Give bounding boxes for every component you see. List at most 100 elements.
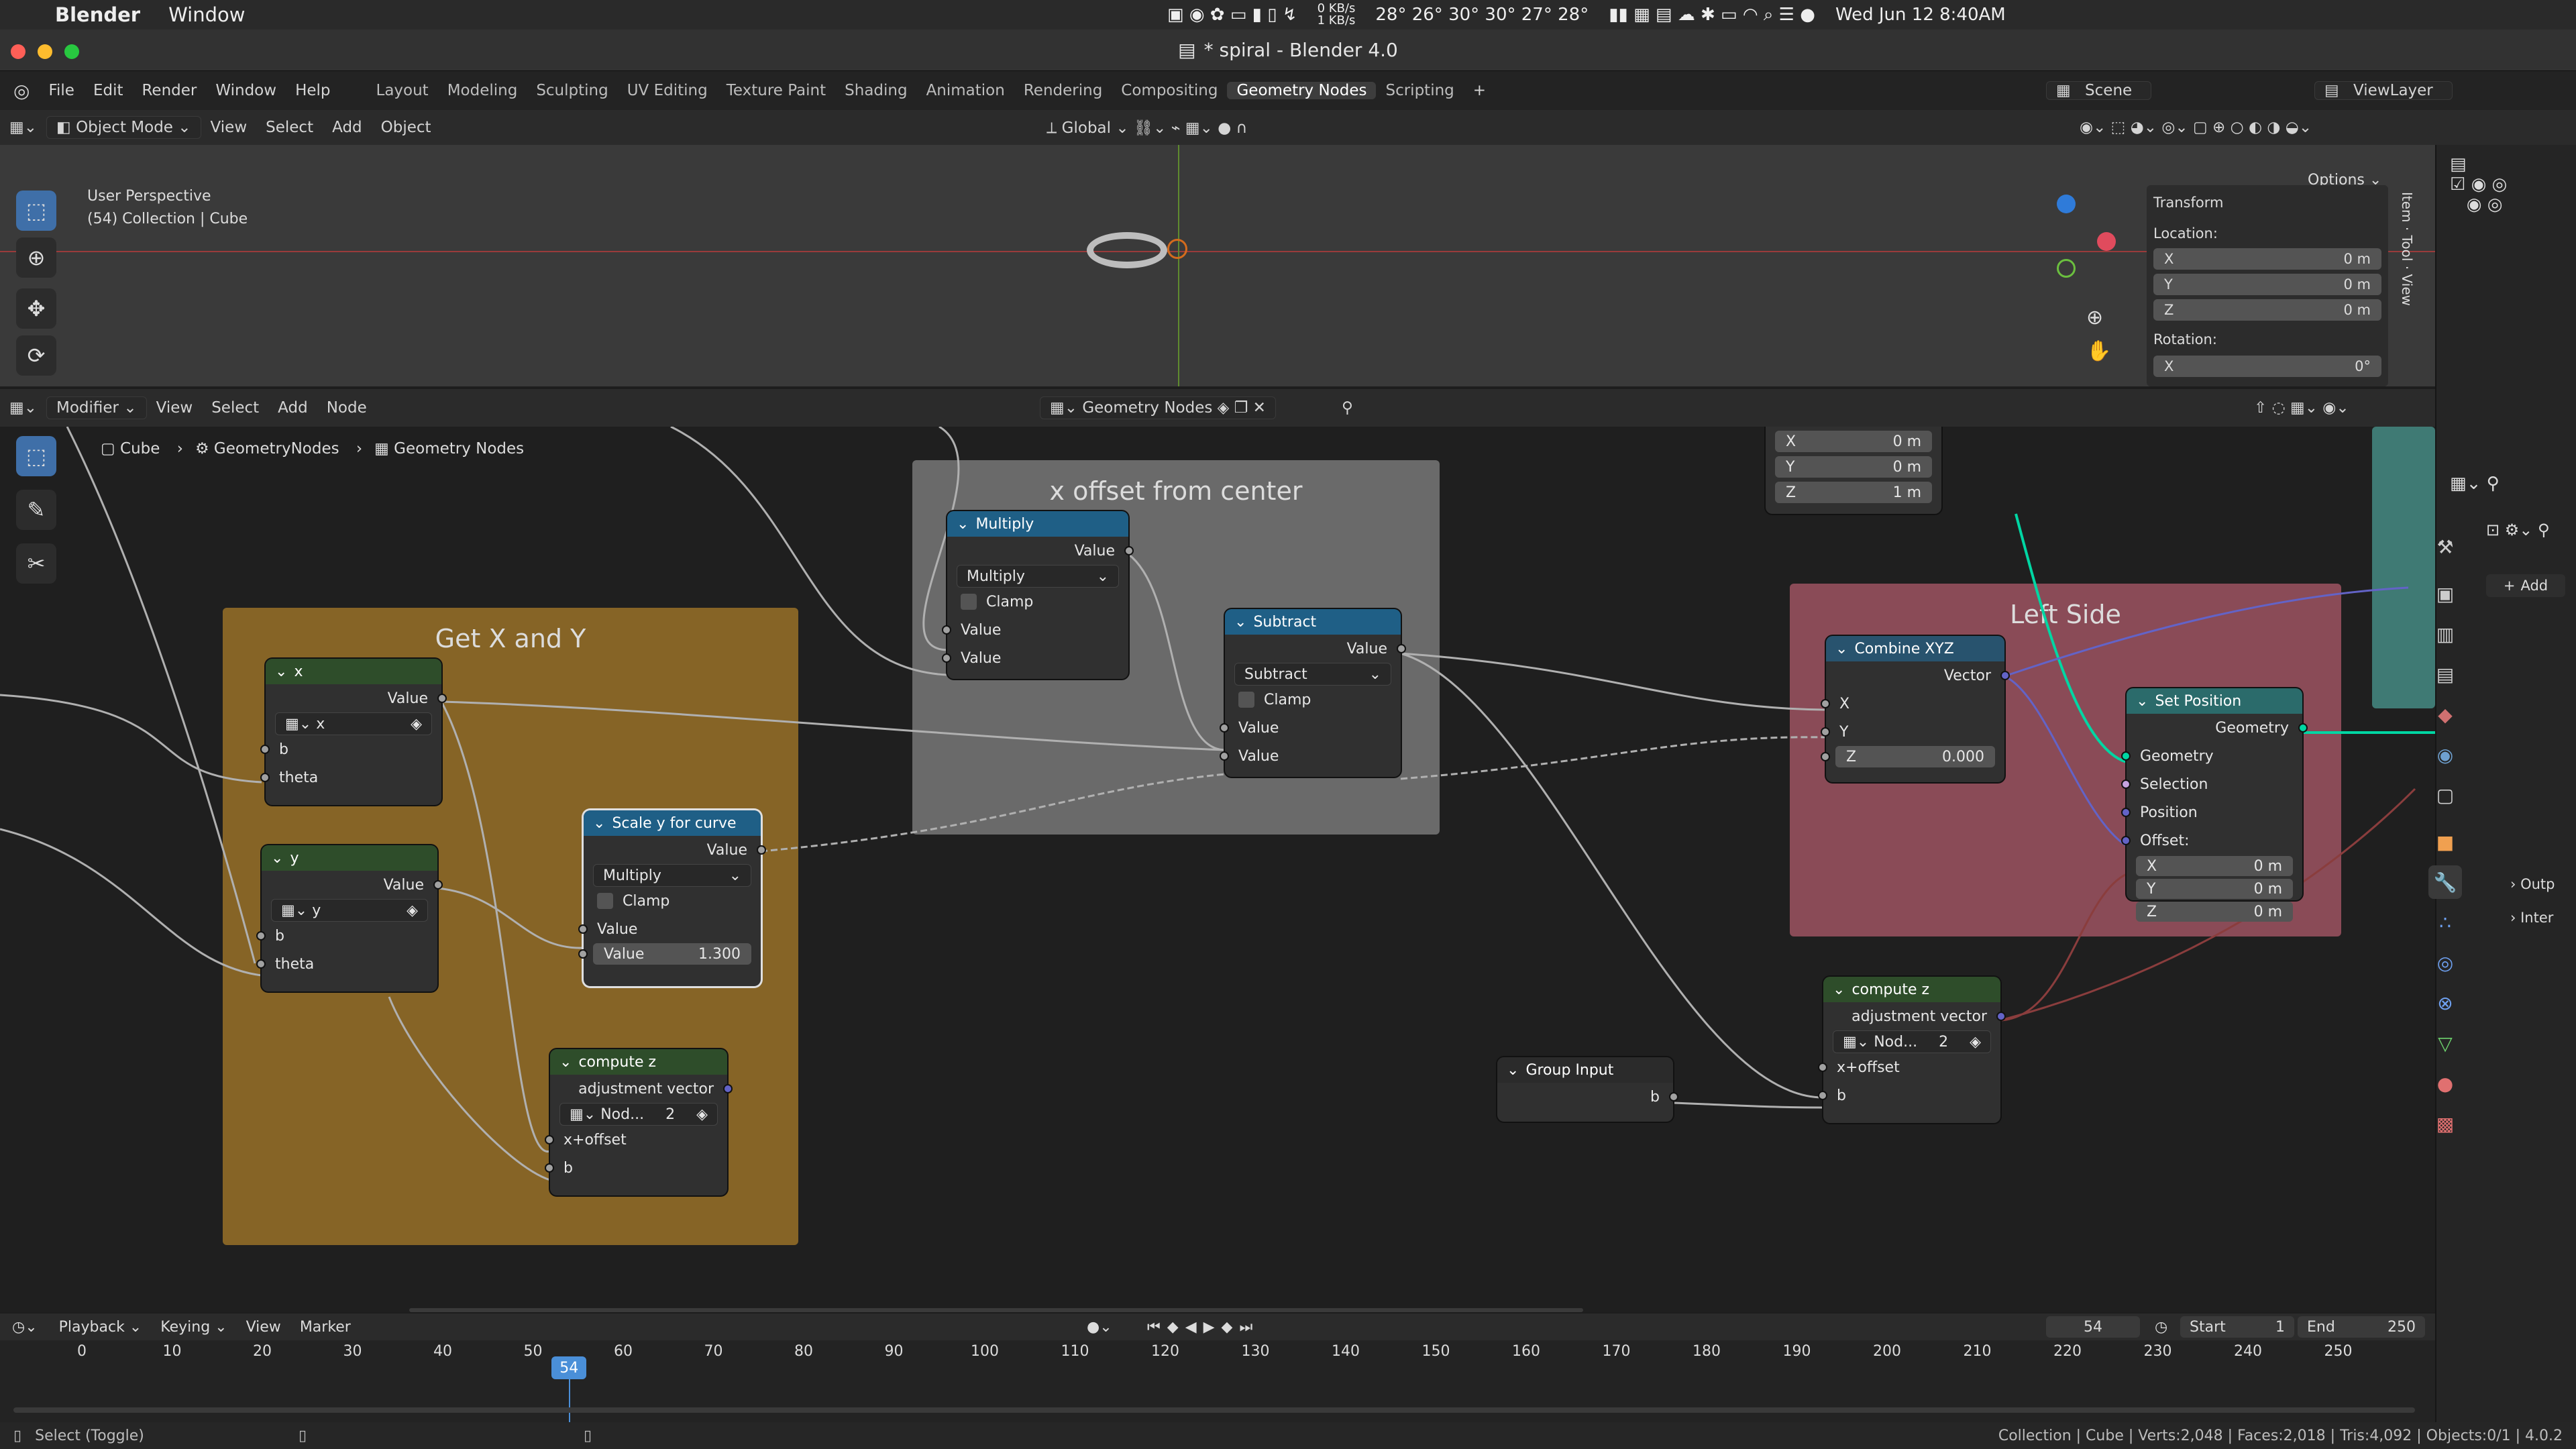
location-y-field[interactable]: Y0 m [2153,274,2381,295]
frame-ruler[interactable]: 0 10 20 30 40 50 60 70 80 90 100 110 120 130 140 150 160… [0,1343,2435,1367]
value-field[interactable]: Value 1.300 [578,943,751,965]
viewport-menu-view[interactable]: View [201,119,257,136]
move-tool[interactable]: ✥ [16,288,56,329]
gizmo-x-icon[interactable] [2097,232,2116,251]
menu-window[interactable]: Window [206,82,286,99]
node-group-selector[interactable]: ▦⌄ Nod... 2 ◈ [559,1103,718,1126]
pan-hand-icon[interactable]: ✋ [2086,339,2111,363]
input-socket[interactable] [578,924,588,934]
sidebar-item-output[interactable]: › Outp [2510,876,2555,892]
input-socket[interactable] [1220,751,1229,761]
timeline-menu-playback[interactable]: Playback ⌄ [50,1319,152,1336]
object-properties-icon[interactable]: ■ [2428,825,2462,859]
input-socket[interactable] [578,949,588,959]
timeline-menu-view[interactable]: View [237,1319,290,1336]
sidebar-item-inter[interactable]: › Inter [2510,910,2553,926]
playback-controls[interactable]: ⏮◆◀▶◆⏭ [1147,1319,1259,1336]
particles-properties-icon[interactable]: ∴ [2428,906,2462,939]
operation-dropdown[interactable]: Multiply ⌄ [593,864,751,887]
current-frame-field[interactable]: 54 [2046,1316,2140,1338]
viewport-menu-add[interactable]: Add [323,119,372,136]
tab-layout[interactable]: Layout [367,82,438,99]
timeline-editor-icon[interactable]: ◷⌄ [0,1319,50,1336]
input-socket[interactable] [260,773,270,782]
tab-texture-paint[interactable]: Texture Paint [717,82,835,99]
add-modifier-button[interactable]: + Add [2486,574,2565,597]
offset-z-field[interactable]: Z0 m [2136,902,2293,922]
transform-title[interactable]: Transform [2147,185,2388,220]
record-button[interactable]: ●⌄ [1087,1319,1112,1336]
timeline-scrollbar[interactable] [13,1407,2415,1413]
node-editor-type-icon[interactable]: ▦⌄ [0,399,46,417]
viewport-menu-object[interactable]: Object [372,119,441,136]
texture-properties-icon[interactable]: ▩ [2428,1107,2462,1140]
object-mode-dropdown[interactable]: ◧ Object Mode ⌄ [46,116,201,139]
node-compute-z-1[interactable]: ⌄ compute z adjustment vector ▦⌄ Nod... 2… [545,1049,733,1195]
node-group-field[interactable]: ▦⌄ x ◈ [275,712,432,735]
rotate-tool[interactable]: ⟳ [16,335,56,376]
node-header[interactable]: ⌄ Combine XYZ [1826,636,2004,661]
window-menu[interactable]: Window [168,3,245,26]
timeline-menu-keying[interactable]: Keying ⌄ [151,1319,236,1336]
rotation-x-field[interactable]: X 0° [2153,356,2381,377]
node-header[interactable]: ⌄ Scale y for curve [584,810,761,836]
node-header[interactable]: ⌄ compute z [1823,977,2000,1002]
node-vector-partial[interactable]: X0 m Y0 m Z1 m [1766,427,1941,514]
node-group-field[interactable]: ▦⌄ y ◈ [271,899,428,922]
view-layer-properties-icon[interactable]: ▤ [2428,657,2462,691]
clock[interactable]: Wed Jun 12 8:40AM [1835,5,2006,25]
input-socket[interactable] [1220,723,1229,733]
scene-selector[interactable]: ▦ Scene [2046,81,2152,100]
physics-properties-icon[interactable]: ◎ [2428,946,2462,979]
minimize-window-button[interactable] [38,44,52,59]
collection-properties-icon[interactable]: ▢ [2428,778,2462,812]
menu-edit[interactable]: Edit [84,82,133,99]
output-socket[interactable] [2298,723,2308,733]
tab-rendering[interactable]: Rendering [1014,82,1112,99]
input-socket[interactable] [2121,836,2131,845]
node-subtract[interactable]: ⌄ Subtract Value Subtract ⌄ Clamp Value V… [1220,609,1406,777]
zoom-window-button[interactable] [64,44,79,59]
gizmo-y-icon[interactable] [2057,259,2076,278]
modifier-properties-icon[interactable]: 🔧 [2428,865,2462,899]
node-header[interactable]: ⌄ Multiply [947,511,1128,537]
editor-type-icon[interactable]: ▦⌄ [0,119,46,136]
output-socket[interactable] [1669,1092,1678,1102]
clamp-checkbox[interactable]: Clamp [947,588,1128,616]
input-socket[interactable] [1821,699,1830,708]
node-menu-node[interactable]: Node [317,399,376,417]
input-socket[interactable] [2121,808,2131,817]
preview-range-icon[interactable]: ◷ [2155,1319,2167,1336]
node-group-input[interactable]: ⌄ Group Input b [1497,1057,1678,1122]
render-properties-icon[interactable]: ▣ [2428,577,2462,610]
output-socket[interactable] [2000,671,2010,680]
navigation-gizmo[interactable] [2012,185,2120,299]
node-combine-xyz[interactable]: ⌄ Combine XYZ Vector X Y Z 0.000 [1821,636,2010,782]
tab-geometry-nodes[interactable]: Geometry Nodes [1227,82,1377,99]
constraints-properties-icon[interactable]: ⊗ [2428,986,2462,1020]
tab-modeling[interactable]: Modeling [438,82,527,99]
offset-y-field[interactable]: Y0 m [2136,879,2293,899]
node-menu-add[interactable]: Add [268,399,317,417]
input-socket[interactable] [2121,751,2131,761]
select-box-tool[interactable]: ⬚ [16,191,56,231]
tab-animation[interactable]: Animation [917,82,1014,99]
clamp-checkbox[interactable]: Clamp [584,887,761,915]
z-field[interactable]: Z 0.000 [1821,746,1995,767]
tab-shading[interactable]: Shading [835,82,916,99]
output-socket[interactable] [433,880,443,890]
data-properties-icon[interactable]: ▽ [2428,1026,2462,1060]
viewlayer-selector[interactable]: ▤ ViewLayer [2314,81,2453,100]
tool-properties-icon[interactable]: ⚒ [2428,530,2462,564]
viewport-menu-select[interactable]: Select [256,119,323,136]
node-x[interactable]: ⌄ x Value ▦⌄ x ◈ b theta [260,659,447,805]
material-properties-icon[interactable]: ● [2428,1067,2462,1100]
location-z-field[interactable]: Z0 m [2153,299,2381,321]
node-scale-y[interactable]: ⌄ Scale y for curve Value Multiply ⌄ Clam… [578,810,766,986]
spiral-object[interactable] [1087,232,1167,268]
tab-compositing[interactable]: Compositing [1112,82,1227,99]
input-socket[interactable] [545,1135,554,1144]
input-socket[interactable] [260,745,270,754]
operation-dropdown[interactable]: Multiply ⌄ [957,565,1119,588]
cursor-tool[interactable]: ⊕ [16,237,56,278]
